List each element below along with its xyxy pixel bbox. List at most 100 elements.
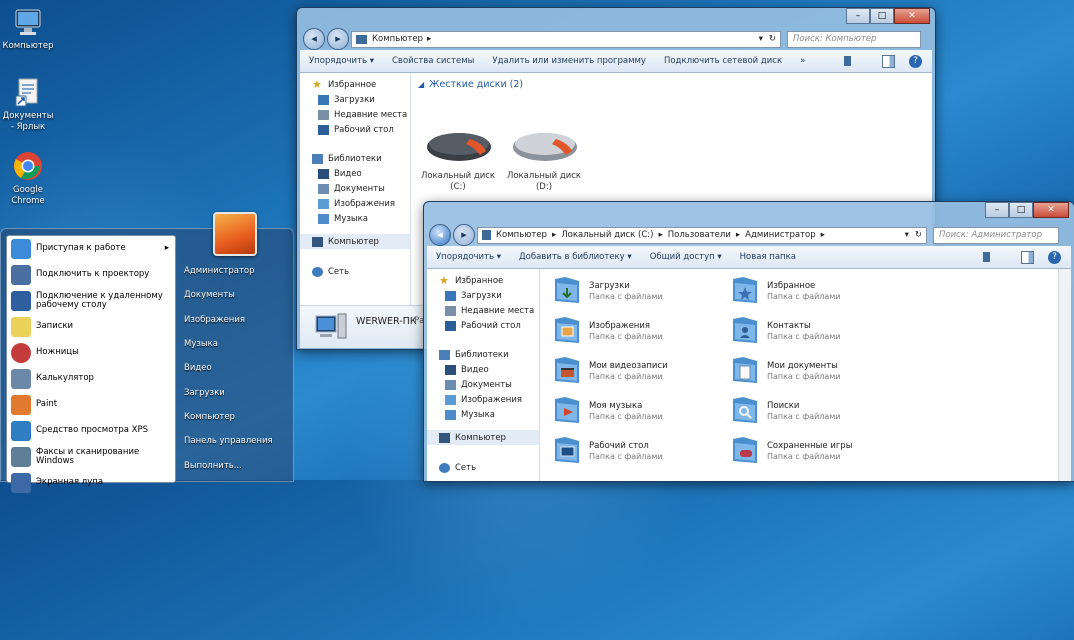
more-commands-button[interactable]: » <box>791 56 814 66</box>
system-properties-button[interactable]: Свойства системы <box>383 56 483 66</box>
nav-documents[interactable]: Документы <box>427 377 539 392</box>
new-folder-button[interactable]: Новая папка <box>731 252 805 262</box>
forward-button[interactable]: ▸ <box>327 28 349 50</box>
folder-desktop[interactable]: Рабочий стол Папка с файлами <box>553 435 663 465</box>
nav-desktop[interactable]: Рабочий стол <box>300 122 410 137</box>
preview-pane-icon[interactable] <box>1021 250 1034 264</box>
start-place-run[interactable]: Выполнить... <box>179 453 289 477</box>
nav-network[interactable]: Сеть <box>300 264 410 279</box>
desktop-icon-documents[interactable]: Документы - Ярлык <box>0 76 56 133</box>
breadcrumb-separator[interactable]: ▸ <box>736 230 740 240</box>
folder-my-documents[interactable]: Мои документы Папка с файлами <box>731 355 841 385</box>
nav-video[interactable]: Видео <box>427 362 539 377</box>
breadcrumb-separator[interactable]: ▸ <box>821 230 825 240</box>
folder-downloads[interactable]: Загрузки Папка с файлами <box>553 275 663 305</box>
folder-contacts[interactable]: Контакты Папка с файлами <box>731 315 841 345</box>
close-button[interactable]: ✕ <box>894 8 930 24</box>
breadcrumb-computer[interactable]: Компьютер <box>372 34 423 44</box>
folder-images[interactable]: Изображения Папка с файлами <box>553 315 663 345</box>
group-header-hard-drives[interactable]: ◢ Жесткие диски (2) <box>418 79 523 90</box>
nav-libraries[interactable]: Библиотеки <box>300 151 410 166</box>
start-place-images[interactable]: Изображения <box>179 308 289 332</box>
back-button[interactable]: ◂ <box>303 28 325 50</box>
address-bar[interactable]: Компьютер ▸ Локальный диск (C:) ▸ Пользо… <box>477 226 927 244</box>
view-options-icon[interactable] <box>844 56 862 66</box>
drive-c[interactable] <box>424 129 494 168</box>
nav-network[interactable]: Сеть <box>427 460 539 475</box>
nav-downloads[interactable]: Загрузки <box>300 92 410 107</box>
search-input[interactable]: Поиск: Администратор <box>933 226 1059 244</box>
nav-recent[interactable]: Недавние места <box>427 303 539 318</box>
start-place-control-panel[interactable]: Панель управления <box>179 429 289 453</box>
start-place-computer[interactable]: Компьютер <box>179 405 289 429</box>
start-item-snipping-tool[interactable]: Ножницы <box>7 340 175 366</box>
organize-button[interactable]: Упорядочить ▾ <box>300 56 383 66</box>
folder-favorites[interactable]: Избранное Папка с файлами <box>731 275 841 305</box>
drive-d[interactable] <box>510 129 580 168</box>
view-options-icon[interactable] <box>983 252 1001 262</box>
nav-music[interactable]: Музыка <box>300 211 410 226</box>
preview-pane-icon[interactable] <box>882 54 895 68</box>
nav-libraries[interactable]: Библиотеки <box>427 347 539 362</box>
user-avatar[interactable] <box>213 212 257 256</box>
nav-favorites[interactable]: ★ Избранное <box>427 273 539 288</box>
help-icon[interactable]: ? <box>909 54 922 68</box>
folder-my-videos[interactable]: Мои видеозаписи Папка с файлами <box>553 355 668 385</box>
close-button[interactable]: ✕ <box>1033 202 1069 218</box>
start-item-getting-started[interactable]: Приступая к работе ▸ <box>7 236 175 262</box>
breadcrumb-local-disk[interactable]: Локальный диск (C:) <box>561 230 653 240</box>
vertical-scrollbar[interactable] <box>1058 269 1071 481</box>
minimize-button[interactable]: – <box>846 8 870 24</box>
search-input[interactable]: Поиск: Компьютер <box>787 30 921 48</box>
nav-documents[interactable]: Документы <box>300 181 410 196</box>
start-item-projector[interactable]: Подключить к проектору <box>7 262 175 288</box>
back-button[interactable]: ◂ <box>429 224 451 246</box>
address-bar[interactable]: Компьютер ▸ ▾ ↻ <box>351 30 781 48</box>
nav-computer[interactable]: Компьютер <box>300 234 410 249</box>
address-dropdown-icon[interactable]: ▾ <box>905 230 909 240</box>
folder-my-music[interactable]: Моя музыка Папка с файлами <box>553 395 663 425</box>
nav-video[interactable]: Видео <box>300 166 410 181</box>
maximize-button[interactable]: □ <box>1009 202 1033 218</box>
minimize-button[interactable]: – <box>985 202 1009 218</box>
start-place-user[interactable]: Администратор <box>179 259 289 283</box>
nav-images[interactable]: Изображения <box>427 392 539 407</box>
folder-searches[interactable]: Поиски Папка с файлами <box>731 395 841 425</box>
nav-images[interactable]: Изображения <box>300 196 410 211</box>
map-network-drive-button[interactable]: Подключить сетевой диск <box>655 56 791 66</box>
start-item-sticky-notes[interactable]: Записки <box>7 314 175 340</box>
nav-recent[interactable]: Недавние места <box>300 107 410 122</box>
start-place-music[interactable]: Музыка <box>179 332 289 356</box>
nav-downloads[interactable]: Загрузки <box>427 288 539 303</box>
nav-favorites[interactable]: ★ Избранное <box>300 77 410 92</box>
start-item-calculator[interactable]: Калькулятор <box>7 366 175 392</box>
forward-button[interactable]: ▸ <box>453 224 475 246</box>
nav-desktop[interactable]: Рабочий стол <box>427 318 539 333</box>
share-button[interactable]: Общий доступ ▾ <box>641 252 731 262</box>
start-item-remote-desktop[interactable]: Подключение к удаленному рабочему столу <box>7 288 175 314</box>
nav-computer[interactable]: Компьютер <box>427 430 539 445</box>
refresh-icon[interactable]: ↻ <box>915 230 922 240</box>
maximize-button[interactable]: □ <box>870 8 894 24</box>
breadcrumb-separator[interactable]: ▸ <box>427 34 431 44</box>
start-item-paint[interactable]: Paint <box>7 392 175 418</box>
start-place-downloads[interactable]: Загрузки <box>179 380 289 404</box>
breadcrumb-computer[interactable]: Компьютер <box>496 230 547 240</box>
start-item-xps-viewer[interactable]: Средство просмотра XPS <box>7 418 175 444</box>
start-item-magnifier[interactable]: Экранная лупа <box>7 470 175 496</box>
desktop-icon-chrome[interactable]: Google Chrome <box>0 150 56 207</box>
breadcrumb-separator[interactable]: ▸ <box>658 230 662 240</box>
breadcrumb-separator[interactable]: ▸ <box>552 230 556 240</box>
nav-music[interactable]: Музыка <box>427 407 539 422</box>
breadcrumb-users[interactable]: Пользователи <box>668 230 731 240</box>
help-icon[interactable]: ? <box>1048 250 1061 264</box>
refresh-icon[interactable]: ↻ <box>769 34 776 44</box>
folder-saved-games[interactable]: Сохраненные игры Папка с файлами <box>731 435 852 465</box>
start-place-video[interactable]: Видео <box>179 356 289 380</box>
organize-button[interactable]: Упорядочить ▾ <box>427 252 510 262</box>
breadcrumb-administrator[interactable]: Администратор <box>745 230 816 240</box>
address-dropdown-icon[interactable]: ▾ <box>759 34 763 44</box>
start-item-fax-scan[interactable]: Факсы и сканирование Windows <box>7 444 175 470</box>
desktop-icon-computer[interactable]: Компьютер <box>0 6 56 52</box>
add-to-library-button[interactable]: Добавить в библиотеку ▾ <box>510 252 641 262</box>
